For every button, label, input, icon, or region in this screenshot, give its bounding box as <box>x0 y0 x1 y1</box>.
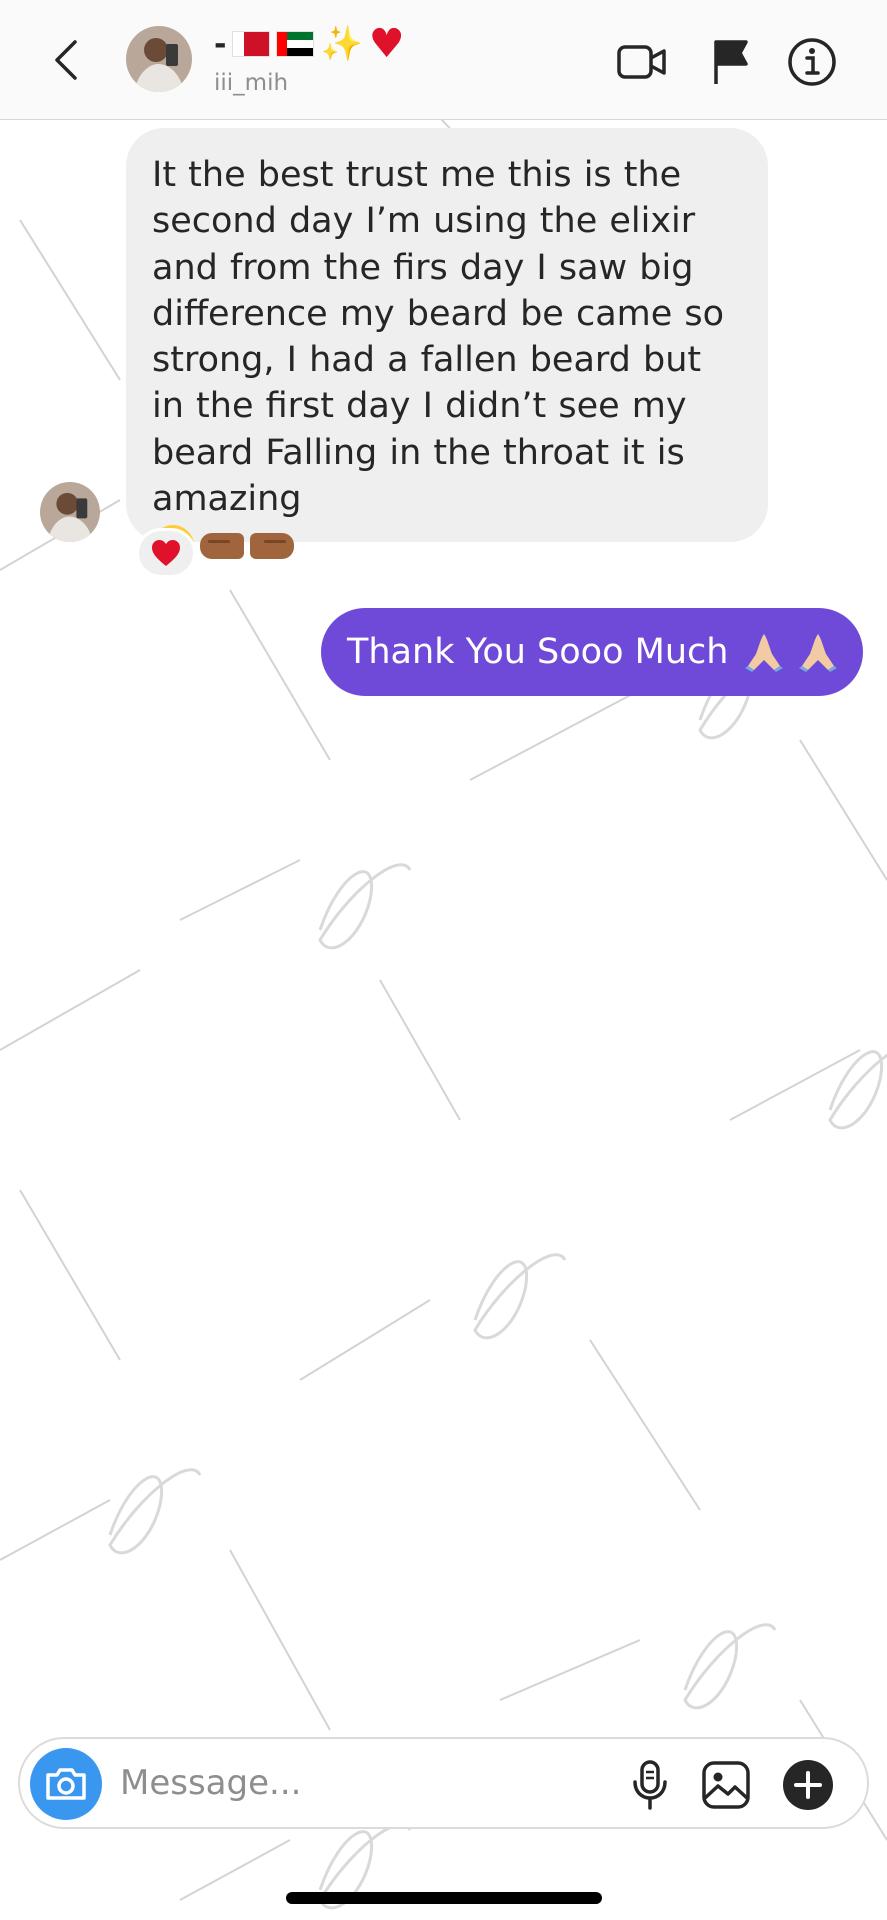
incoming-message-bubble[interactable]: It the best trust me this is the second … <box>126 128 768 568</box>
gallery-icon <box>702 1761 750 1809</box>
message-input[interactable] <box>120 1755 600 1811</box>
gallery-button[interactable] <box>698 1757 754 1813</box>
red-heart-icon <box>152 540 180 566</box>
right-fist-icon <box>250 533 294 560</box>
info-icon <box>788 38 836 86</box>
chat-header: - ✨ ♥ iii_mih <box>0 0 887 120</box>
flag-icon <box>714 40 748 84</box>
report-button[interactable] <box>704 36 756 88</box>
name-prefix: - <box>214 26 227 62</box>
contact-display-name[interactable]: - ✨ ♥ <box>214 20 405 68</box>
camera-button[interactable] <box>30 1748 102 1820</box>
contact-username[interactable]: iii_mih <box>214 70 288 96</box>
microphone-icon <box>633 1760 667 1810</box>
sparkles-icon: ✨ <box>320 24 363 64</box>
contact-avatar[interactable] <box>126 26 192 92</box>
video-call-icon <box>617 45 666 79</box>
outgoing-message-bubble[interactable]: Thank You Sooo Much <box>321 608 863 696</box>
message-composer <box>18 1737 869 1829</box>
bahrain-flag-icon <box>232 31 271 57</box>
voice-message-button[interactable] <box>622 1757 678 1813</box>
outgoing-message-emojis <box>742 630 840 674</box>
uae-flag-icon <box>276 31 315 57</box>
back-button[interactable] <box>44 34 86 86</box>
home-indicator[interactable] <box>286 1892 602 1904</box>
red-heart-icon: ♥ <box>368 21 405 67</box>
conversation-info-button[interactable] <box>786 36 838 88</box>
sender-avatar[interactable] <box>40 482 100 542</box>
folded-hands-icon <box>799 634 838 672</box>
camera-icon <box>46 1768 86 1800</box>
outgoing-message-text: Thank You Sooo Much <box>347 632 729 672</box>
folded-hands-icon <box>745 634 784 672</box>
incoming-message-text: It the best trust me this is the second … <box>152 155 725 520</box>
more-actions-button[interactable] <box>780 1757 836 1813</box>
left-fist-icon <box>200 533 244 560</box>
message-reaction[interactable] <box>136 528 196 578</box>
plus-icon <box>783 1760 833 1810</box>
video-call-button[interactable] <box>616 36 668 88</box>
incoming-message-emojis <box>152 524 740 568</box>
chevron-left-icon <box>55 40 77 80</box>
